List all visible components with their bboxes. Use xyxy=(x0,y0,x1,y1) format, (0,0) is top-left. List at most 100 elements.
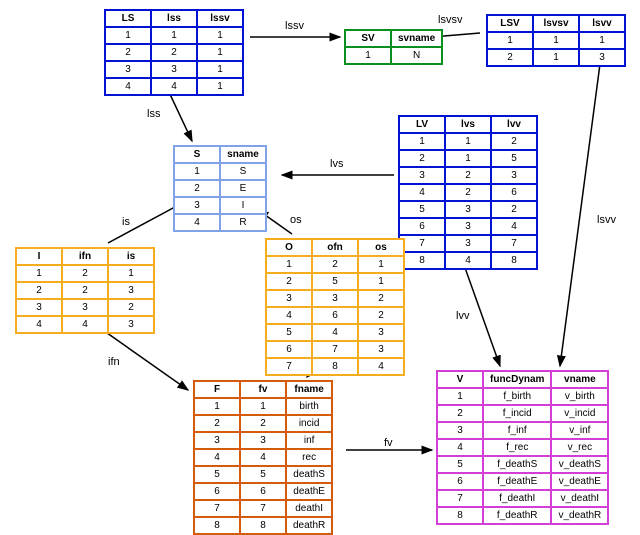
cell: 1 xyxy=(358,256,404,273)
edge-lsvv xyxy=(560,64,600,366)
table-row: 332 xyxy=(16,299,154,316)
cell: 2 xyxy=(62,265,108,282)
edge-label-ifn: ifn xyxy=(108,356,120,368)
table-row: 121 xyxy=(266,256,404,273)
col-header: lsvsv xyxy=(533,15,579,32)
col-header: fname xyxy=(286,381,332,398)
cell: 3 xyxy=(445,235,491,252)
table-row: 33inf xyxy=(194,432,332,449)
cell: 3 xyxy=(16,299,62,316)
cell: 6 xyxy=(399,218,445,235)
cell: 2 xyxy=(240,415,286,432)
cell: 4 xyxy=(194,449,240,466)
cell: 8 xyxy=(312,358,358,375)
cell: 1 xyxy=(197,44,243,61)
col-header: LSV xyxy=(487,15,533,32)
table-row: 8f_deathRv_deathR xyxy=(437,507,608,524)
cell: 3 xyxy=(240,432,286,449)
table-row: 213 xyxy=(487,49,625,66)
table-V: VfuncDynamvname1f_birthv_birth2f_incidv_… xyxy=(436,370,609,525)
col-header: fv xyxy=(240,381,286,398)
cell: 2 xyxy=(174,180,220,197)
cell: 3 xyxy=(437,422,483,439)
col-header: is xyxy=(108,248,154,265)
col-header: lvv xyxy=(491,116,537,133)
cell: 1 xyxy=(105,27,151,44)
table-row: 112 xyxy=(399,133,537,150)
cell: v_rec xyxy=(551,439,608,456)
cell: 5 xyxy=(399,201,445,218)
cell: 3 xyxy=(62,299,108,316)
edge-label-lsvsv: lsvsv xyxy=(438,14,462,26)
cell: 5 xyxy=(437,456,483,473)
cell: 3 xyxy=(194,432,240,449)
table-row: 215 xyxy=(399,150,537,167)
table-row: 426 xyxy=(399,184,537,201)
table-row: 323 xyxy=(399,167,537,184)
cell: 3 xyxy=(445,201,491,218)
table-row: 1S xyxy=(174,163,266,180)
cell: 2 xyxy=(194,415,240,432)
cell: 4 xyxy=(266,307,312,324)
cell: 2 xyxy=(358,290,404,307)
cell: 3 xyxy=(358,341,404,358)
table-row: 443 xyxy=(16,316,154,333)
cell: 2 xyxy=(491,133,537,150)
table-O: Oofnos121251332462543673784 xyxy=(265,238,405,376)
cell: f_deathR xyxy=(483,507,551,524)
cell: f_rec xyxy=(483,439,551,456)
cell: 2 xyxy=(491,201,537,218)
cell: 4 xyxy=(358,358,404,375)
cell: 2 xyxy=(105,44,151,61)
table-row: 22incid xyxy=(194,415,332,432)
cell: f_inf xyxy=(483,422,551,439)
cell: 4 xyxy=(437,439,483,456)
cell: 1 xyxy=(533,32,579,49)
cell: 6 xyxy=(491,184,537,201)
cell: v_deathS xyxy=(551,456,608,473)
edge-label-lvs: lvs xyxy=(330,158,343,170)
table-row: 4f_recv_rec xyxy=(437,439,608,456)
col-header: lss xyxy=(151,10,197,27)
cell: 4 xyxy=(16,316,62,333)
cell: 2 xyxy=(62,282,108,299)
table-row: 251 xyxy=(266,273,404,290)
cell: 7 xyxy=(240,500,286,517)
cell: 1 xyxy=(358,273,404,290)
cell: 8 xyxy=(240,517,286,534)
cell: f_birth xyxy=(483,388,551,405)
col-header: V xyxy=(437,371,483,388)
col-header: S xyxy=(174,146,220,163)
edge-label-lvv: lvv xyxy=(456,310,469,322)
table-row: 441 xyxy=(105,78,243,95)
cell: 1 xyxy=(445,133,491,150)
table-row: 1f_birthv_birth xyxy=(437,388,608,405)
table-LV: LVlvslvv112215323426532634737848 xyxy=(398,115,538,270)
cell: N xyxy=(391,47,442,64)
cell: 1 xyxy=(437,388,483,405)
col-header: O xyxy=(266,239,312,256)
cell: 1 xyxy=(197,27,243,44)
cell: v_deathR xyxy=(551,507,608,524)
table-row: 77deathI xyxy=(194,500,332,517)
cell: 4 xyxy=(174,214,220,231)
cell: 5 xyxy=(491,150,537,167)
cell: 2 xyxy=(16,282,62,299)
cell: 3 xyxy=(108,316,154,333)
cell: 2 xyxy=(151,44,197,61)
cell: 1 xyxy=(579,32,625,49)
table-row: 88deathR xyxy=(194,517,332,534)
cell: 6 xyxy=(240,483,286,500)
edge-lss xyxy=(168,90,192,141)
col-header: funcDynam xyxy=(483,371,551,388)
cell: 1 xyxy=(240,398,286,415)
cell: 3 xyxy=(399,167,445,184)
cell: 2 xyxy=(312,256,358,273)
table-row: 221 xyxy=(105,44,243,61)
table-row: 1N xyxy=(345,47,442,64)
cell: 1 xyxy=(16,265,62,282)
table-row: 66deathE xyxy=(194,483,332,500)
table-SV: SVsvname1N xyxy=(344,29,443,65)
cell: 4 xyxy=(105,78,151,95)
cell: S xyxy=(220,163,266,180)
